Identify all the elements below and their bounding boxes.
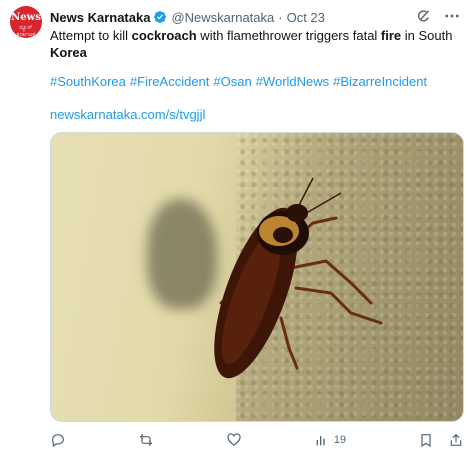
secondary-actions xyxy=(418,432,464,448)
tweet-date[interactable]: Oct 23 xyxy=(287,10,325,25)
views-count: 19 xyxy=(333,434,347,446)
reply-icon xyxy=(52,434,64,448)
retweet-icon xyxy=(140,434,152,446)
cockroach-illustration xyxy=(214,177,383,379)
avatar-logo-subtext: ನ್ಯೂಸ್ ಕರ್ನಾಟಕ xyxy=(16,25,36,38)
bookmark-icon[interactable] xyxy=(418,432,434,448)
tweet-actions-bar: 19 xyxy=(50,430,464,450)
hashtag-link[interactable]: #SouthKorea xyxy=(50,74,126,89)
display-name[interactable]: News Karnataka xyxy=(50,10,150,25)
separator-dot: · xyxy=(278,9,283,25)
more-icon[interactable] xyxy=(443,7,461,25)
tweet-text-part: in South xyxy=(401,28,453,43)
tweet-text-highlight: cockroach xyxy=(131,28,197,43)
hashtag-link[interactable]: #FireAccident xyxy=(130,74,209,89)
article-link[interactable]: newskarnataka.com/s/tvgjjl xyxy=(50,106,205,123)
tweet-media-image[interactable] xyxy=(50,132,464,422)
hashtag-list: #SouthKorea #FireAccident #Osan #WorldNews #… xyxy=(50,73,460,90)
tweet-header: News Karnataka @Newskarnataka · Oct 23 xyxy=(50,8,325,26)
tweet-text-part: with flamethrower triggers fatal xyxy=(196,28,381,43)
retweet-button[interactable] xyxy=(138,432,154,448)
like-icon xyxy=(227,433,241,447)
reply-button[interactable] xyxy=(50,432,66,448)
hashtag-link[interactable]: #Osan xyxy=(213,74,251,89)
handle[interactable]: @Newskarnataka xyxy=(171,10,274,25)
tweet-text-part: Attempt to kill xyxy=(50,28,132,43)
views-button[interactable]: 19 xyxy=(314,432,346,448)
tweet-card[interactable]: News ನ್ಯೂಸ್ ಕರ್ನಾಟಕ News Karnataka @News… xyxy=(0,0,471,458)
avatar-logo-text: News xyxy=(11,12,41,23)
hashtag-link[interactable]: #BizarreIncident xyxy=(333,74,427,89)
tweet-text-highlight: Korea xyxy=(50,45,87,60)
tweet-text: Attempt to kill cockroach with flamethro… xyxy=(50,27,460,61)
verified-badge-icon xyxy=(153,10,167,24)
tweet-text-highlight: fire xyxy=(380,28,402,43)
like-button[interactable] xyxy=(226,432,242,448)
top-actions xyxy=(415,7,461,25)
share-icon[interactable] xyxy=(448,432,464,448)
avatar[interactable]: News ನ್ಯೂಸ್ ಕರ್ನಾಟಕ xyxy=(10,6,42,38)
hashtag-link[interactable]: #WorldNews xyxy=(256,74,329,89)
views-icon xyxy=(316,436,325,446)
grok-icon[interactable] xyxy=(415,7,433,25)
